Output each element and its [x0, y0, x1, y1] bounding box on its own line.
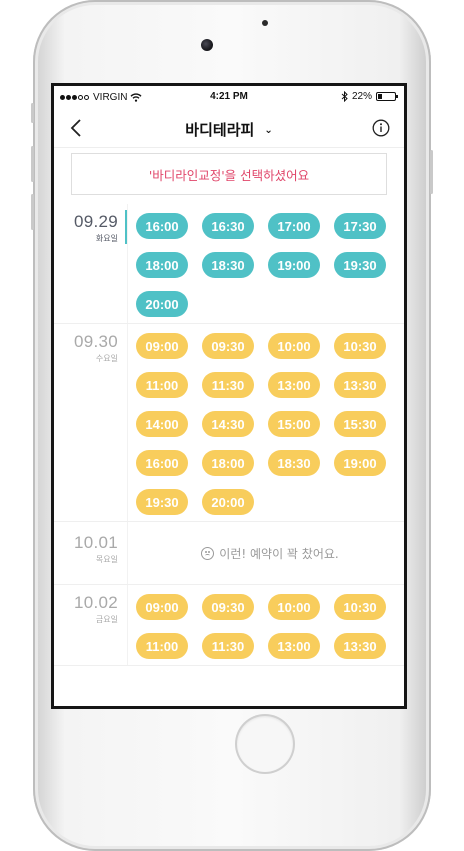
time-slot-button[interactable]: 16:00	[136, 213, 188, 239]
day-row: 10.01 목요일 이런! 예약이 꽉 찼어요.	[54, 522, 404, 585]
fully-booked-message: 이런! 예약이 꽉 찼어요.	[136, 522, 404, 584]
time-slot-button[interactable]: 19:30	[334, 252, 386, 278]
time-slot-button[interactable]: 09:00	[136, 333, 188, 359]
time-slot-button[interactable]: 14:30	[202, 411, 254, 437]
nav-title: 바디테라피	[185, 121, 255, 139]
time-slot-button[interactable]: 16:30	[202, 213, 254, 239]
weekday-label: 목요일	[95, 555, 118, 564]
date-label: 09.29	[73, 212, 118, 231]
day-row: 09.30 수요일 09:00 09:30 10:00 10:30 11:00 11:30 13…	[54, 324, 404, 522]
mute-switch	[31, 103, 34, 123]
home-button[interactable]	[237, 716, 293, 772]
selected-date-indicator	[125, 210, 127, 244]
weekday-label: 금요일	[95, 615, 118, 624]
date-divider	[127, 204, 128, 323]
date-divider	[127, 585, 128, 665]
time-slot-button[interactable]: 09:30	[202, 594, 254, 620]
speaker	[262, 20, 268, 26]
time-slot-button[interactable]: 15:30	[334, 411, 386, 437]
time-slot-button[interactable]: 20:00	[136, 291, 188, 317]
date-column: 10.02 금요일	[54, 585, 126, 625]
weekday-label: 수요일	[95, 354, 118, 363]
weekday-label: 화요일	[95, 234, 118, 243]
time-slot-button[interactable]: 19:00	[334, 450, 386, 476]
date-label: 10.02	[73, 593, 118, 612]
date-column: 09.29 화요일	[54, 204, 126, 244]
time-slot-button[interactable]: 16:00	[136, 450, 188, 476]
time-slot-button[interactable]: 11:00	[136, 372, 188, 398]
time-slot-button[interactable]: 13:30	[334, 372, 386, 398]
time-slot-button[interactable]: 13:30	[334, 633, 386, 659]
time-slot-button[interactable]: 10:00	[268, 594, 320, 620]
bluetooth-icon	[341, 91, 348, 102]
battery-icon	[376, 92, 398, 101]
fully-booked-text: 이런! 예약이 꽉 찼어요.	[219, 546, 339, 561]
day-row: 09.29 화요일 16:00 16:30 17:00 17:30 18:00 18:30 19…	[54, 204, 404, 324]
status-bar: VIRGIN 4:21 PM 22%	[54, 86, 404, 108]
schedule-list: 09.29 화요일 16:00 16:30 17:00 17:30 18:00 18:30 19…	[54, 204, 404, 666]
chevron-down-icon: ⌄	[264, 125, 273, 136]
time-slot-button[interactable]: 10:30	[334, 594, 386, 620]
time-slot-grid: 09:00 09:30 10:00 10:30 11:00 11:30 13:00 13:30…	[136, 324, 404, 521]
time-slot-button[interactable]: 13:00	[268, 633, 320, 659]
front-camera	[201, 39, 213, 51]
nav-bar: 바디테라피 ⌄	[54, 108, 404, 148]
time-slot-button[interactable]: 18:00	[136, 252, 188, 278]
time-slot-grid: 16:00 16:30 17:00 17:30 18:00 18:30 19:00 19:30…	[136, 204, 404, 323]
time-slot-button[interactable]: 11:30	[202, 372, 254, 398]
time-slot-button[interactable]: 10:30	[334, 333, 386, 359]
day-row: 10.02 금요일 09:00 09:30 10:00 10:30 11:00 11:30 13…	[54, 585, 404, 666]
time-slot-button[interactable]: 09:30	[202, 333, 254, 359]
power-button	[430, 150, 433, 194]
time-slot-button[interactable]: 17:00	[268, 213, 320, 239]
sad-face-icon	[201, 546, 215, 560]
time-slot-grid: 09:00 09:30 10:00 10:30 11:00 11:30 13:00 13:30	[136, 585, 404, 665]
date-column: 10.01 목요일	[54, 522, 126, 565]
category-selector[interactable]: 바디테라피 ⌄	[54, 119, 404, 140]
time-slot-button[interactable]: 18:30	[268, 450, 320, 476]
screen: VIRGIN 4:21 PM 22% 바디테라피 ⌄ '바디라인교정'을 선택하…	[51, 83, 407, 709]
time-slot-button[interactable]: 11:30	[202, 633, 254, 659]
time-slot-button[interactable]: 15:00	[268, 411, 320, 437]
time-slot-button[interactable]: 11:00	[136, 633, 188, 659]
time-slot-button[interactable]: 18:30	[202, 252, 254, 278]
time-slot-button[interactable]: 14:00	[136, 411, 188, 437]
time-slot-button[interactable]: 09:00	[136, 594, 188, 620]
battery-percent: 22%	[351, 91, 372, 102]
time-slot-button[interactable]: 10:00	[268, 333, 320, 359]
time-slot-button[interactable]: 18:00	[202, 450, 254, 476]
selection-notice: '바디라인교정'을 선택하셨어요	[71, 153, 387, 195]
date-divider	[127, 522, 128, 584]
time-slot-button[interactable]: 19:30	[136, 489, 188, 515]
time-slot-button[interactable]: 13:00	[268, 372, 320, 398]
date-divider	[127, 324, 128, 521]
date-column: 09.30 수요일	[54, 324, 126, 364]
date-label: 09.30	[73, 332, 118, 351]
time-slot-button[interactable]: 20:00	[202, 489, 254, 515]
time-slot-button[interactable]: 17:30	[334, 213, 386, 239]
volume-down-button	[31, 194, 34, 230]
volume-up-button	[31, 146, 34, 182]
date-label: 10.01	[73, 533, 118, 552]
time-slot-button[interactable]: 19:00	[268, 252, 320, 278]
info-icon[interactable]	[372, 119, 390, 137]
